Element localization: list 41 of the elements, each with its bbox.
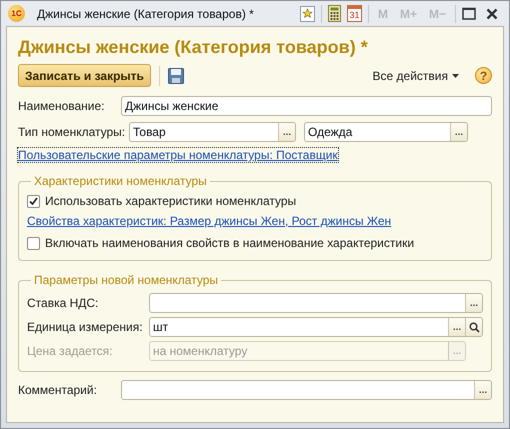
- comment-field[interactable]: ...: [121, 380, 492, 400]
- search-icon: [468, 322, 480, 332]
- text-input[interactable]: шт: [150, 318, 448, 336]
- window-title: Джинсы женские (Категория товаров) *: [37, 6, 255, 20]
- choice-button[interactable]: ...: [448, 318, 465, 336]
- maximize-icon[interactable]: [462, 7, 476, 20]
- text-input[interactable]: Товар: [130, 123, 278, 141]
- select-field[interactable]: Одежда ...: [304, 122, 468, 142]
- field-label: Цена задается:: [27, 344, 114, 358]
- choice-button[interactable]: ...: [465, 294, 482, 312]
- link[interactable]: Свойства характеристик: Размер джинсы Жен, Рост джинсы Жен: [27, 214, 392, 228]
- field-label: Ставка НДС:: [27, 296, 100, 310]
- calendar-button[interactable]: 31: [346, 5, 362, 22]
- app-logo: 1С: [8, 5, 25, 22]
- custom-params-link[interactable]: Пользовательские параметры номенклатуры: Поставщик: [18, 148, 338, 162]
- save-icon[interactable]: [168, 68, 184, 84]
- input-field[interactable]: шт ...: [149, 317, 483, 337]
- checkbox[interactable]: [27, 236, 40, 250]
- group-title: Параметры новой номенклатуры: [33, 273, 219, 287]
- choice-button[interactable]: ...: [450, 123, 467, 141]
- text-input[interactable]: Джинсы женские: [122, 97, 491, 115]
- select-field[interactable]: Товар ...: [129, 122, 296, 142]
- dropdown-caret-icon: [452, 74, 459, 78]
- save-and-close-button[interactable]: Записать и закрыть: [18, 64, 151, 87]
- close-icon[interactable]: [486, 8, 498, 20]
- form-heading: Джинсы женские (Категория товаров) *: [18, 37, 369, 58]
- help-button[interactable]: ?: [475, 67, 492, 84]
- choice-button[interactable]: ...: [278, 123, 295, 141]
- search-button[interactable]: [465, 318, 482, 336]
- checkbox-label: Включать наименования свойств в наименование характеристики: [45, 236, 414, 250]
- input-field[interactable]: ...: [149, 293, 483, 313]
- text-input[interactable]: Одежда: [305, 123, 450, 141]
- calculator-icon[interactable]: [328, 5, 341, 22]
- all-actions-menu[interactable]: Все действия: [372, 68, 459, 82]
- choice-button[interactable]: ...: [474, 381, 491, 399]
- group-title: Характеристики номенклатуры: [33, 174, 208, 188]
- field-label: Единица измерения:: [27, 320, 144, 334]
- field-label: Комментарий:: [18, 383, 98, 397]
- checkbox-label: Использовать характеристики номенклатуры: [45, 194, 296, 208]
- checkbox[interactable]: [27, 194, 40, 208]
- field-label: Наименование:: [18, 99, 106, 113]
